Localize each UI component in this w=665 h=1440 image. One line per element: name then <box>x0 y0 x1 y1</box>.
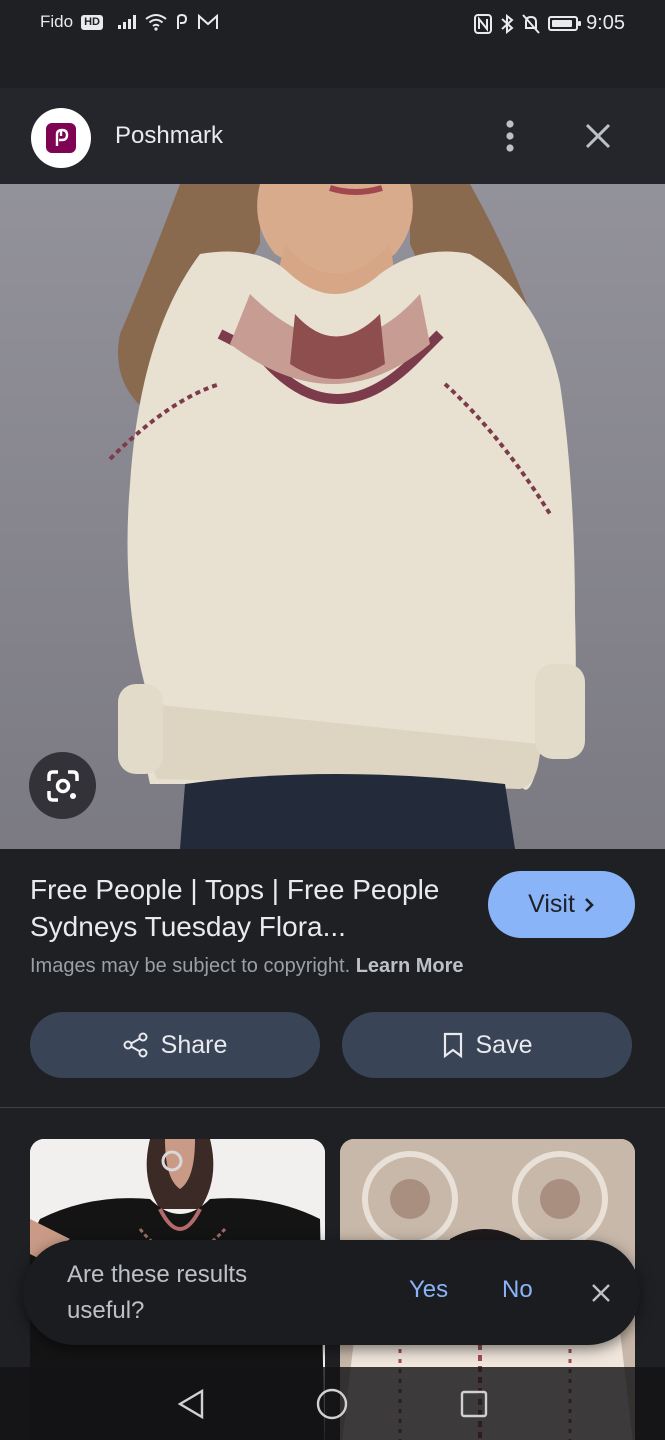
save-button[interactable]: Save <box>342 1012 632 1078</box>
status-bar: Fido HD 9:05 <box>0 0 665 88</box>
status-left: Fido HD <box>40 12 219 32</box>
back-triangle-icon <box>177 1388 204 1419</box>
bluetooth-icon <box>501 13 514 34</box>
share-button[interactable]: Share <box>30 1012 320 1078</box>
share-label: Share <box>160 1030 228 1059</box>
carrier-name: Fido <box>40 12 74 31</box>
product-image[interactable] <box>0 184 665 849</box>
product-photo <box>0 184 665 849</box>
share-icon <box>123 1032 148 1058</box>
system-nav-bar <box>0 1367 665 1440</box>
feedback-prompt: Are these results useful? Yes No <box>23 1240 640 1345</box>
signal-icon <box>117 15 136 29</box>
section-divider <box>0 1107 665 1108</box>
copyright-text: Images may be subject to copyright. <box>30 955 351 977</box>
image-viewer-header: Poshmark <box>0 88 665 184</box>
feedback-no-button[interactable]: No <box>502 1276 533 1304</box>
battery-fill <box>552 20 572 27</box>
close-icon <box>592 1284 610 1302</box>
poshmark-notification-icon <box>176 13 187 29</box>
learn-more-link[interactable]: Learn More <box>356 955 464 977</box>
nav-home-button[interactable] <box>302 1374 362 1434</box>
close-icon <box>585 123 611 149</box>
gmail-icon <box>197 13 218 29</box>
lens-icon <box>46 769 79 802</box>
nav-recents-button[interactable] <box>444 1374 504 1434</box>
visit-button[interactable]: Visit <box>488 871 635 938</box>
close-button[interactable] <box>574 114 622 158</box>
hd-badge: HD <box>81 14 103 30</box>
chevron-right-icon <box>584 897 594 912</box>
visit-label: Visit <box>528 890 575 918</box>
battery-icon <box>548 16 582 31</box>
save-label: Save <box>475 1030 533 1059</box>
site-logo[interactable] <box>31 108 91 168</box>
status-right: 9:05 <box>474 12 625 35</box>
status-time: 9:05 <box>586 12 625 34</box>
nav-back-button[interactable] <box>161 1374 221 1434</box>
home-circle-icon <box>317 1388 348 1419</box>
copyright-notice: Images may be subject to copyright. Lear… <box>30 955 464 978</box>
bookmark-icon <box>443 1032 462 1058</box>
feedback-close-button[interactable] <box>586 1278 616 1308</box>
mute-bell-icon <box>522 13 540 34</box>
more-options-button[interactable] <box>490 114 530 158</box>
poshmark-logo-icon <box>46 123 76 153</box>
google-lens-button[interactable] <box>29 752 96 819</box>
feedback-question: Are these results useful? <box>67 1261 248 1324</box>
more-vert-icon <box>506 120 514 152</box>
feedback-yes-button[interactable]: Yes <box>409 1276 448 1304</box>
site-name[interactable]: Poshmark <box>115 122 223 150</box>
wifi-icon <box>145 14 167 31</box>
status-icons-left <box>117 13 219 31</box>
result-title[interactable]: Free People | Tops | Free People Sydneys… <box>30 871 470 945</box>
nfc-icon <box>474 13 493 34</box>
image-details: Free People | Tops | Free People Sydneys… <box>0 849 665 1109</box>
recents-square-icon <box>460 1390 488 1417</box>
